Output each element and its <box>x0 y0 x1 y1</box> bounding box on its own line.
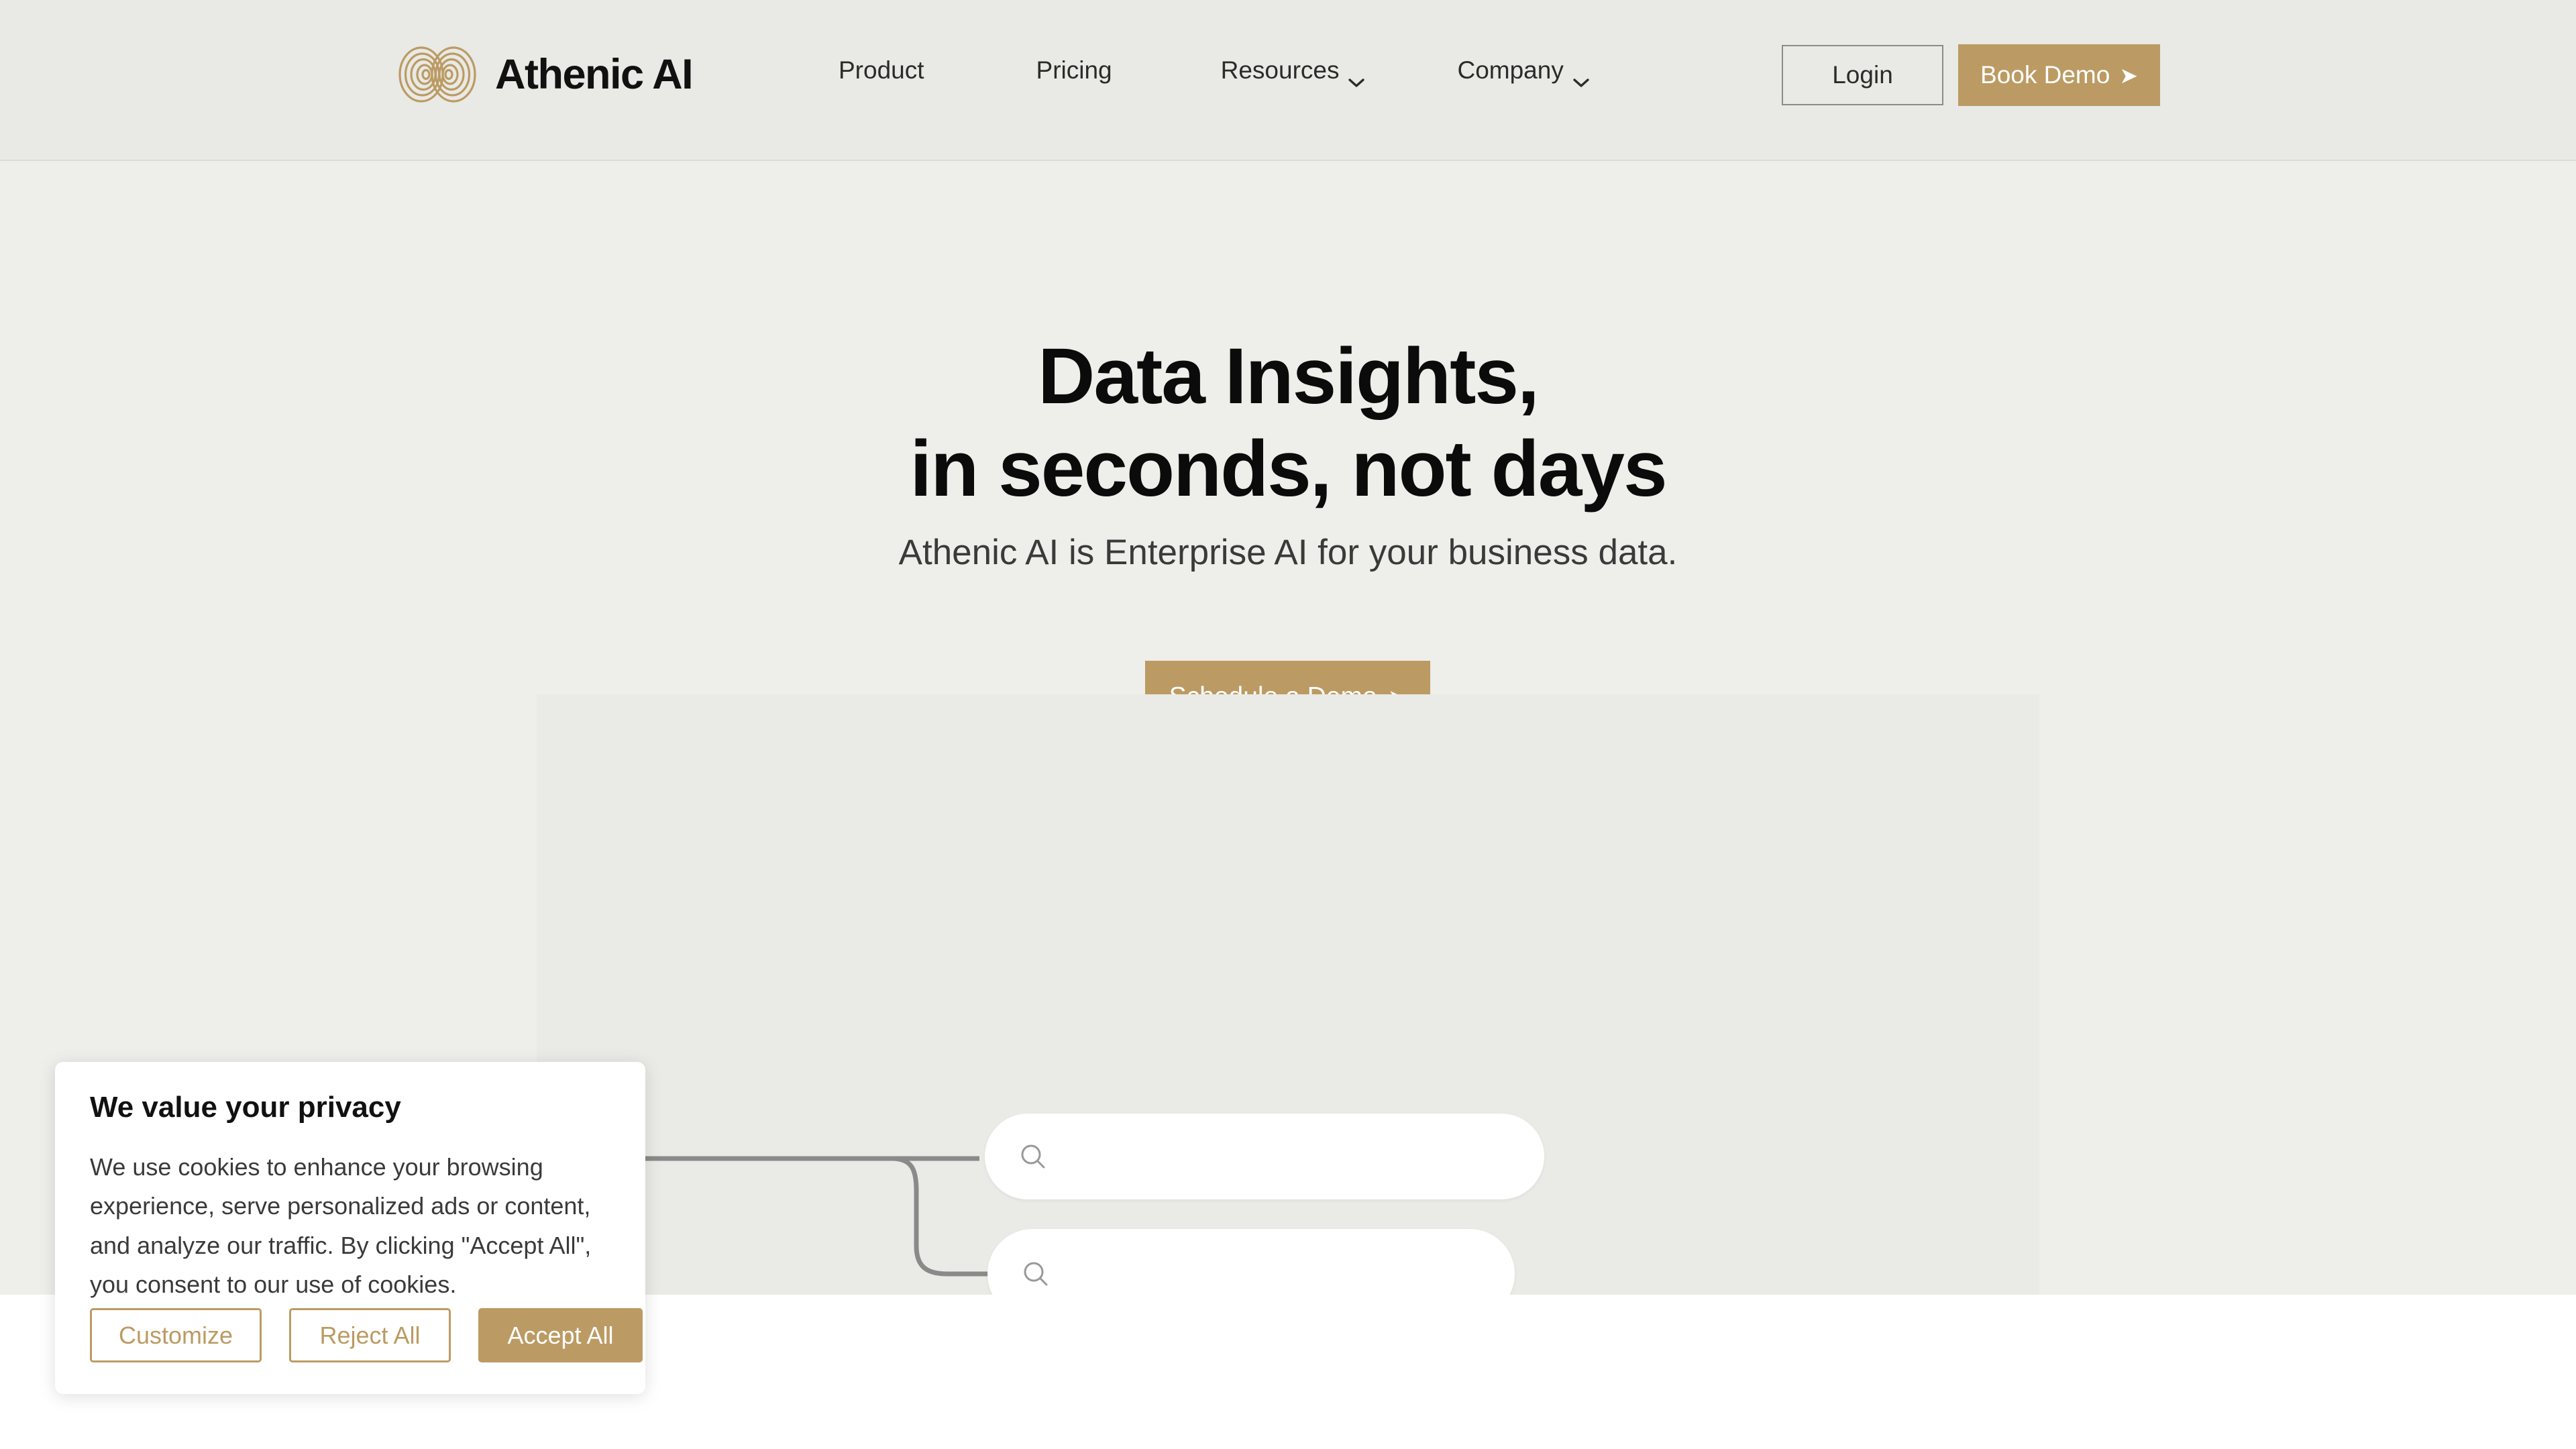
nav-item-label: Resources <box>1220 56 1340 84</box>
cookie-accept-all-label: Accept All <box>507 1321 614 1349</box>
chevron-down-icon <box>1348 67 1365 87</box>
hero-subtitle: Athenic AI is Enterprise AI for your bus… <box>898 533 1678 572</box>
cookie-reject-all-label: Reject All <box>319 1321 421 1349</box>
chevron-down-icon <box>1572 67 1590 87</box>
connector-line-graphic <box>552 1156 990 1277</box>
nav-item-pricing[interactable]: Pricing <box>1036 58 1112 83</box>
hero-title-line-2: in seconds, not days <box>910 425 1667 514</box>
login-button[interactable]: Login <box>1782 45 1943 105</box>
login-button-label: Login <box>1832 61 1893 89</box>
cookie-banner-body: We use cookies to enhance your browsing … <box>90 1153 592 1298</box>
book-demo-button-label: Book Demo <box>1980 61 2110 89</box>
nav-item-company[interactable]: Company <box>1457 56 1590 87</box>
infinity-loops-icon <box>397 46 478 103</box>
cookie-consent-banner: We value your privacy We use cookies to … <box>55 1062 645 1394</box>
nav-item-label: Pricing <box>1036 56 1112 84</box>
nav-item-label: Company <box>1457 56 1564 84</box>
book-demo-button[interactable]: Book Demo ➤ <box>1958 44 2160 106</box>
cookie-banner-title: We value your privacy <box>90 1091 401 1124</box>
nav-item-resources[interactable]: Resources <box>1220 56 1366 87</box>
page-root: Athenic AI Product Pricing Resources Com… <box>0 0 2576 1449</box>
search-input-secondary[interactable] <box>1051 1229 1515 1295</box>
search-bar-secondary[interactable] <box>987 1229 1515 1295</box>
cookie-accept-all-button[interactable]: Accept All <box>478 1308 643 1362</box>
nav-item-product[interactable]: Product <box>839 58 924 83</box>
search-bar-primary[interactable] <box>985 1114 1544 1199</box>
page-title: Data Insights, in seconds, not days <box>0 330 2576 515</box>
cookie-banner-actions: Customize Reject All Accept All <box>90 1308 643 1362</box>
magnifier-icon <box>1018 1142 1048 1171</box>
brand-logo[interactable]: Athenic AI <box>397 46 694 103</box>
arrow-right-icon: ➤ <box>2119 62 2138 88</box>
brand-name: Athenic AI <box>495 50 694 98</box>
magnifier-icon <box>1021 1259 1051 1289</box>
cookie-customize-label: Customize <box>118 1321 233 1349</box>
nav-item-label: Product <box>839 56 924 84</box>
header-actions: Login Book Demo ➤ <box>1782 44 2160 106</box>
search-input-primary[interactable] <box>1048 1114 1544 1199</box>
cookie-customize-button[interactable]: Customize <box>90 1308 262 1362</box>
hero-title-line-1: Data Insights, <box>1038 332 1540 421</box>
site-header: Athenic AI Product Pricing Resources Com… <box>0 0 2576 161</box>
hero-illustration-panel <box>537 694 2039 1295</box>
main-navigation: Product Pricing Resources Company <box>839 56 1590 87</box>
cookie-reject-all-button[interactable]: Reject All <box>289 1308 451 1362</box>
